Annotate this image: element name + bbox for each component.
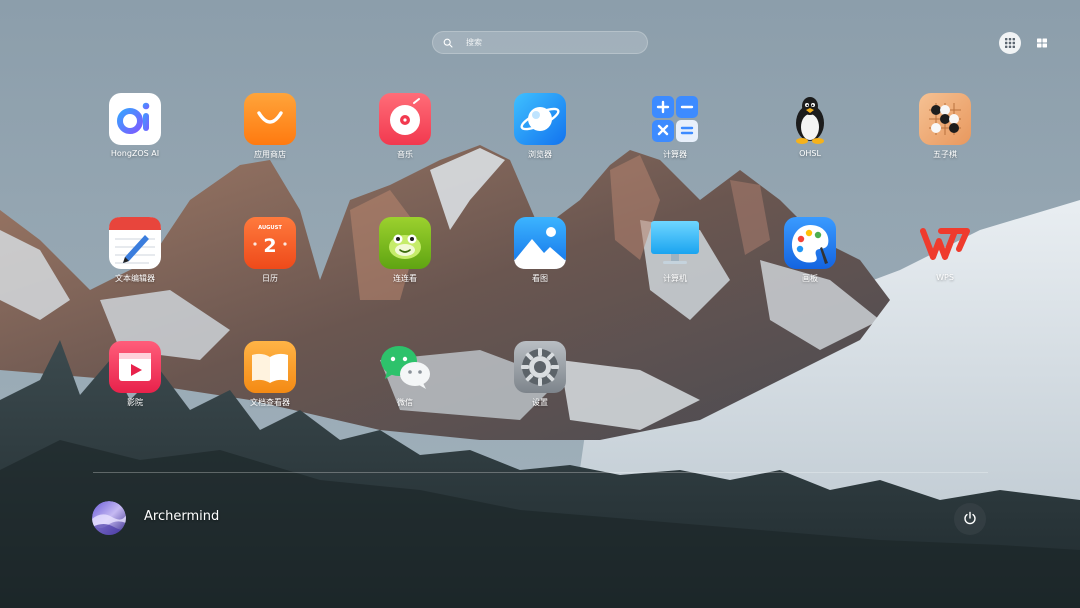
app-label: 文档查看器: [250, 398, 290, 407]
calendar-month: AUGUST: [258, 225, 282, 231]
app-label: 微信: [397, 398, 413, 407]
app-cinema[interactable]: 影院: [85, 341, 185, 421]
photo-icon: [514, 217, 566, 269]
app-label: 影院: [127, 398, 143, 407]
planet-icon: [514, 93, 566, 145]
link-game-icon: [379, 217, 431, 269]
app-link-game[interactable]: 连连看: [355, 217, 455, 297]
power-button[interactable]: [954, 503, 986, 535]
app-label: 日历: [262, 274, 278, 283]
app-wps[interactable]: WPS: [895, 217, 995, 297]
avatar[interactable]: [92, 501, 126, 535]
shopping-bag-icon: [244, 93, 296, 145]
app-drawing-board[interactable]: 画板: [760, 217, 860, 297]
app-label: WPS: [936, 273, 954, 282]
gear-icon: [514, 341, 566, 393]
power-icon: [963, 510, 977, 529]
palette-icon: [784, 217, 836, 269]
app-label: 应用商店: [254, 150, 286, 159]
app-label: 连连看: [393, 274, 417, 283]
divider: [93, 472, 988, 473]
open-book-icon: [244, 341, 296, 393]
app-label: 浏览器: [528, 150, 552, 159]
monitor-icon: [651, 221, 699, 264]
app-label: 计算机: [663, 274, 687, 283]
app-label: 音乐: [397, 150, 413, 159]
app-music[interactable]: 音乐: [355, 93, 455, 173]
app-settings[interactable]: 设置: [490, 341, 590, 421]
app-label: 看图: [532, 274, 548, 283]
wechat-icon: [381, 346, 430, 389]
music-disc-icon: [379, 93, 431, 145]
user-name[interactable]: Archermind: [144, 509, 219, 524]
app-grid: HongZOS AI 应用商店 音乐 浏览器 计算器 OHSL 五子棋 文本编辑…: [0, 0, 1080, 430]
app-ohsl[interactable]: OHSL: [760, 93, 860, 173]
calendar-icon: AUGUST 2: [244, 217, 296, 269]
gomoku-board-icon: [919, 93, 971, 145]
hongzos-ai-icon: [109, 93, 161, 145]
app-wechat[interactable]: 微信: [355, 341, 455, 421]
app-computer[interactable]: 计算机: [625, 217, 725, 297]
calendar-day: 2: [263, 235, 276, 257]
penguin-icon: [796, 97, 824, 144]
clapperboard-icon: [109, 341, 161, 393]
app-gomoku[interactable]: 五子棋: [895, 93, 995, 173]
app-label: 五子棋: [933, 150, 957, 159]
app-browser[interactable]: 浏览器: [490, 93, 590, 173]
app-hongzos-ai[interactable]: HongZOS AI: [85, 93, 185, 173]
notepad-pencil-icon: [109, 217, 161, 269]
app-label: 文本编辑器: [115, 274, 155, 283]
app-label: OHSL: [799, 149, 821, 158]
app-label: 画板: [802, 274, 818, 283]
app-calculator[interactable]: 计算器: [625, 93, 725, 173]
wps-icon: [920, 228, 970, 260]
app-label: 设置: [532, 398, 548, 407]
app-store[interactable]: 应用商店: [220, 93, 320, 173]
app-text-editor[interactable]: 文本编辑器: [85, 217, 185, 297]
app-document-viewer[interactable]: 文档查看器: [220, 341, 320, 421]
app-label: 计算器: [663, 150, 687, 159]
calculator-icon: [652, 96, 698, 142]
app-photo-viewer[interactable]: 看图: [490, 217, 590, 297]
app-label: HongZOS AI: [110, 149, 160, 158]
avatar-icon: [92, 501, 126, 535]
app-calendar[interactable]: AUGUST 2 日历: [220, 217, 320, 297]
